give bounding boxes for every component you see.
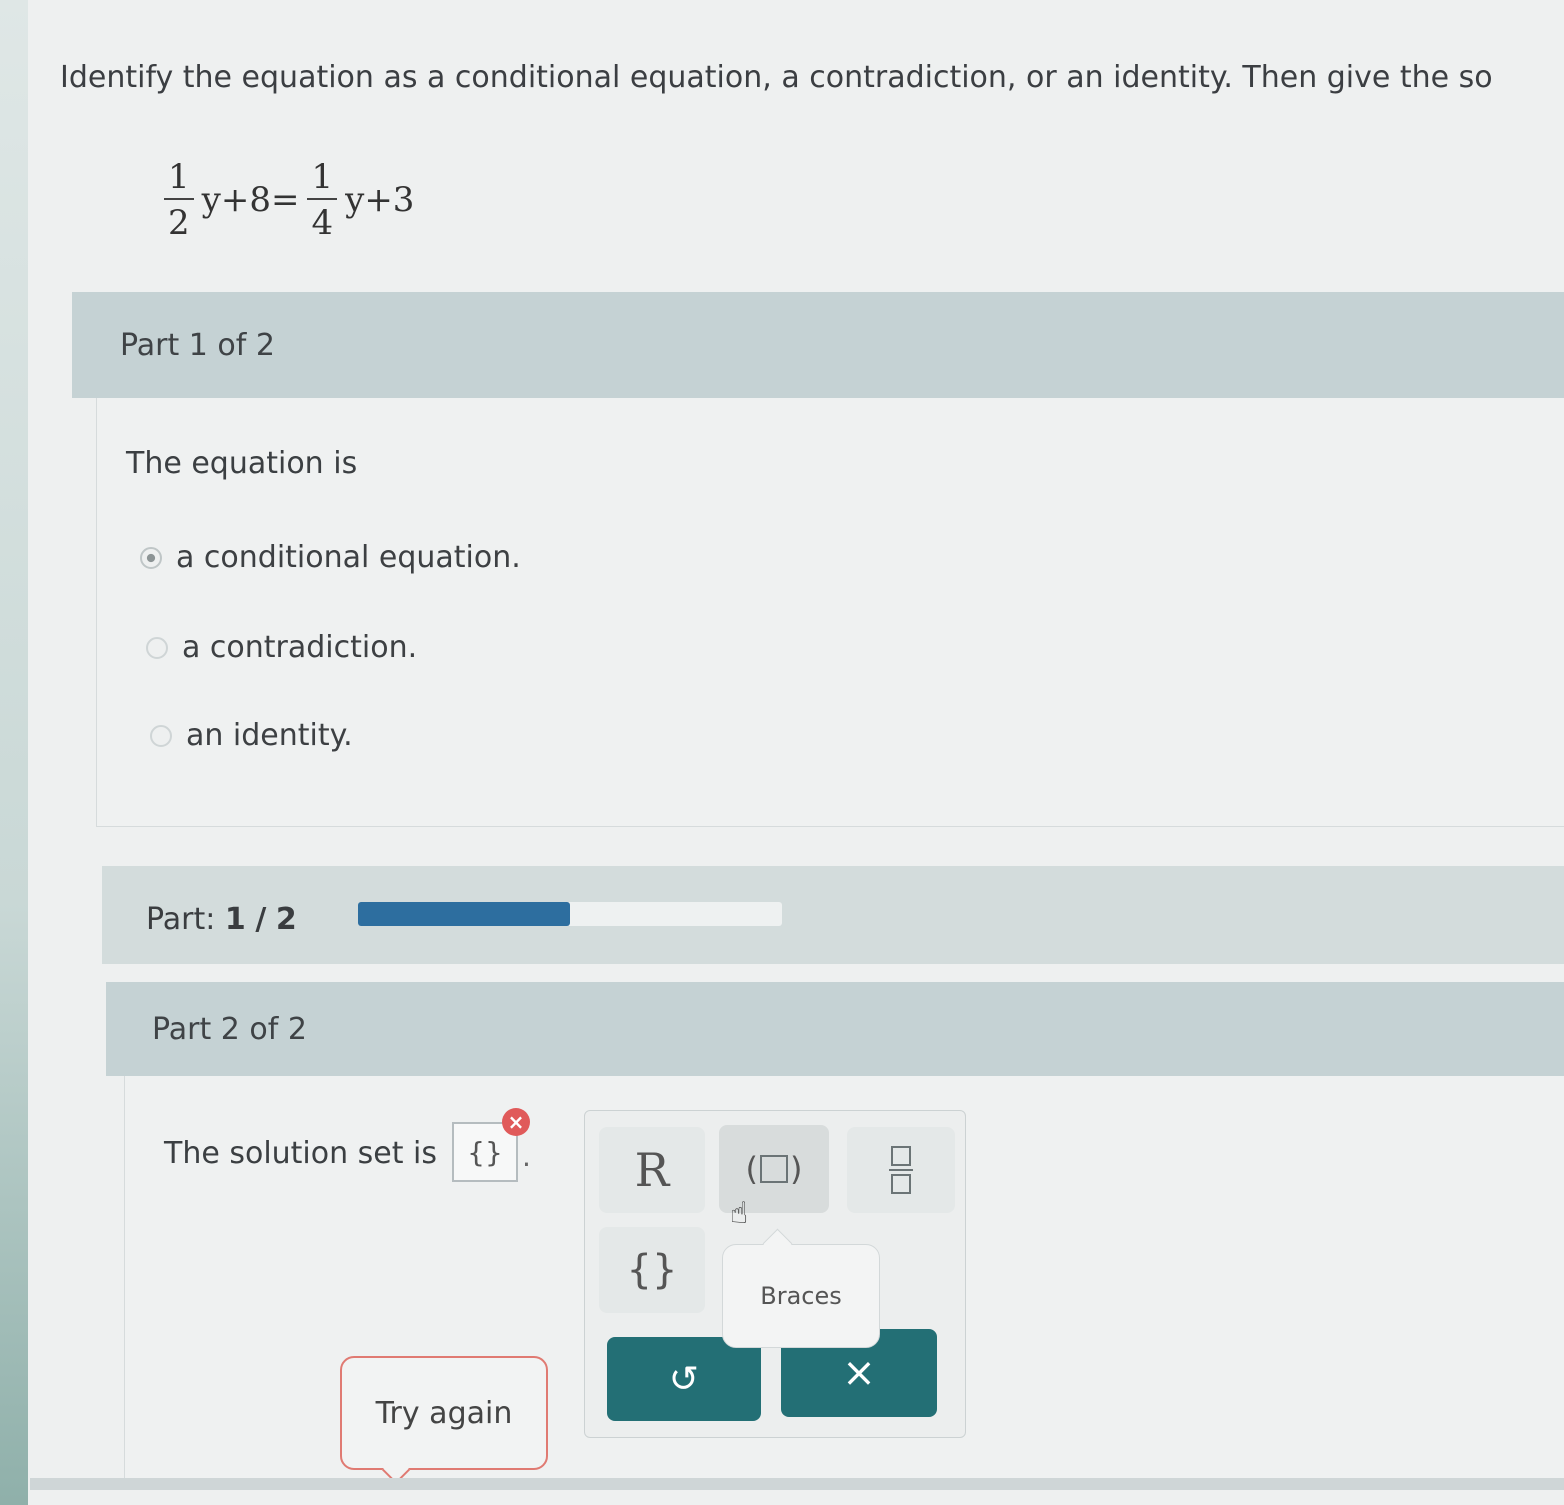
part2-header: Part 2 of 2 <box>106 982 1564 1076</box>
progress-prefix: Part: <box>146 902 216 937</box>
undo-button[interactable]: ↺ <box>607 1337 761 1421</box>
equation-rhs-rest: y+3 <box>345 180 415 220</box>
progress-current: 1 <box>224 902 246 937</box>
sentence-period: . <box>522 1140 531 1173</box>
option-conditional[interactable]: a conditional equation. <box>140 540 521 575</box>
part1-header: Part 1 of 2 <box>72 292 1564 398</box>
part1-lead: The equation is <box>126 446 358 481</box>
option-label: a contradiction. <box>182 630 418 665</box>
bottom-divider <box>30 1478 1564 1490</box>
progress-panel: Part: 1 / 2 <box>102 866 1564 964</box>
radio-identity[interactable] <box>150 724 172 747</box>
real-numbers-key[interactable]: R <box>599 1127 705 1213</box>
equation: 1 2 y+8= 1 4 y+3 <box>160 150 418 250</box>
fraction-one-quarter: 1 4 <box>307 160 338 243</box>
part2-title: Part 2 of 2 <box>152 1011 307 1047</box>
braces-key[interactable]: {} <box>599 1227 705 1313</box>
parentheses-icon: () <box>745 1150 803 1188</box>
part2-lead: The solution set is <box>164 1136 438 1171</box>
fraction-icon <box>889 1143 913 1197</box>
part1-title: Part 1 of 2 <box>120 327 275 363</box>
denominator: 4 <box>311 203 334 243</box>
fraction-one-half: 1 2 <box>164 160 194 240</box>
option-label: an identity. <box>186 718 353 753</box>
error-icon: × <box>502 1108 530 1136</box>
progress-label: Part: 1 / 2 <box>146 902 297 937</box>
radio-contradiction[interactable] <box>146 636 168 659</box>
numerator: 1 <box>307 160 338 200</box>
option-identity[interactable]: an identity. <box>150 718 353 753</box>
equation-lhs-rest: y+8= <box>201 180 300 220</box>
option-label: a conditional equation. <box>176 540 521 575</box>
hand-cursor-icon: ☝ <box>730 1196 749 1231</box>
question-prompt: Identify the equation as a conditional e… <box>60 60 1493 95</box>
fraction-key[interactable] <box>847 1127 955 1213</box>
close-icon: × <box>842 1350 876 1396</box>
radio-conditional[interactable] <box>140 546 162 569</box>
progress-track <box>358 902 782 926</box>
numerator: 1 <box>164 160 194 200</box>
option-contradiction[interactable]: a contradiction. <box>146 630 417 665</box>
progress-total: 2 <box>275 902 297 937</box>
denominator: 2 <box>168 203 190 243</box>
progress-sep: / <box>255 902 267 937</box>
tooltip: Braces <box>722 1244 880 1348</box>
undo-icon: ↺ <box>668 1358 700 1400</box>
try-again-button[interactable]: Try again <box>340 1356 548 1470</box>
progress-fill <box>358 902 570 926</box>
